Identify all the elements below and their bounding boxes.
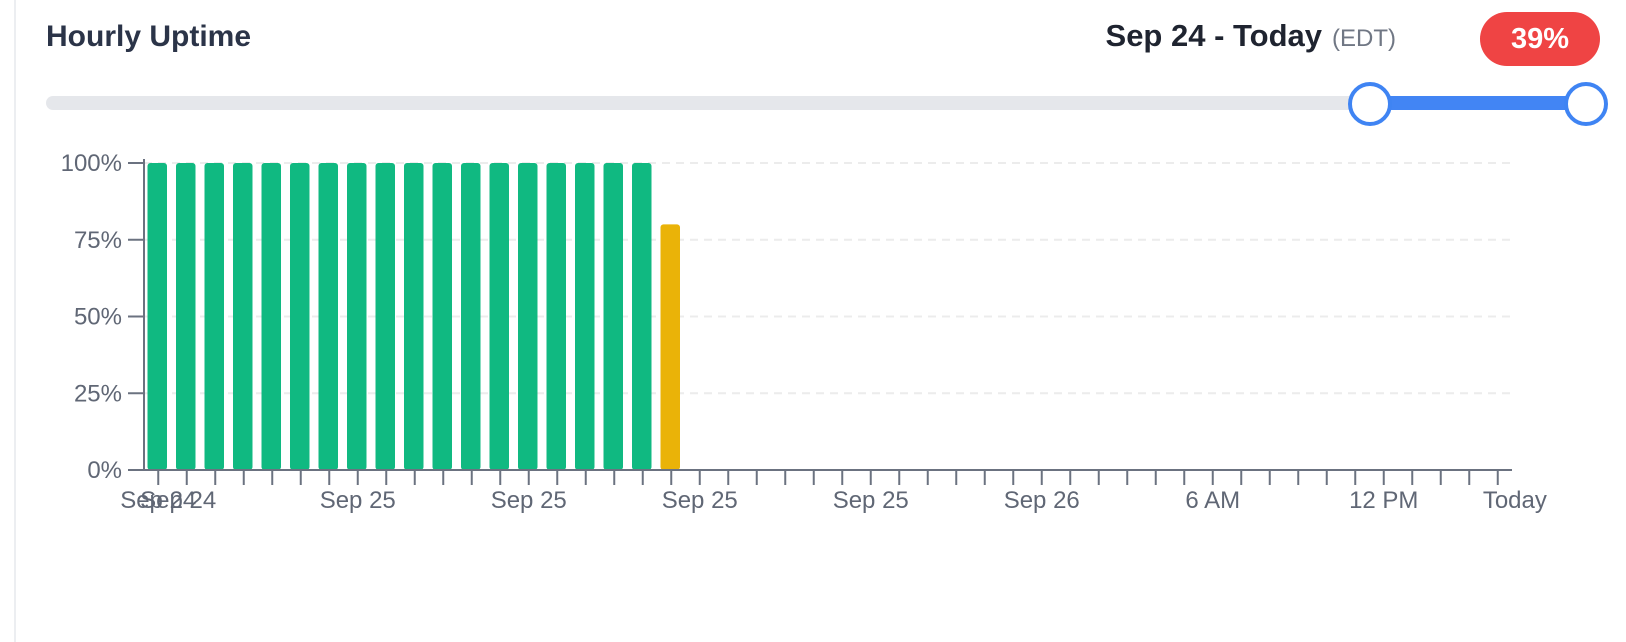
x-tick-label: Sep 24: [140, 487, 216, 514]
uptime-badge: 39%: [1480, 12, 1600, 66]
timezone-text: (EDT): [1332, 25, 1396, 52]
range-slider[interactable]: [46, 82, 1608, 126]
x-tick-label: Sep 25: [491, 487, 567, 514]
uptime-bar: [432, 163, 452, 470]
date-range-label: Sep 24 - Today (EDT): [1106, 18, 1396, 54]
x-tick-label: 6 AM: [1185, 487, 1240, 514]
page-title: Hourly Uptime: [46, 20, 252, 53]
x-tick-label: Sep 25: [320, 487, 396, 514]
range-text: Sep 24 - Today: [1105, 18, 1323, 53]
uptime-bar: [461, 163, 481, 470]
x-tick-label: Sep 25: [662, 487, 738, 514]
uptime-bar: [546, 163, 566, 470]
uptime-bar: [318, 163, 338, 470]
uptime-bar: [518, 163, 538, 470]
uptime-bar: [575, 163, 595, 470]
y-tick-label: 50%: [74, 304, 122, 331]
y-tick-label: 25%: [74, 380, 122, 407]
uptime-bar: [261, 163, 281, 470]
x-tick-label: Sep 26: [1004, 487, 1080, 514]
y-tick-label: 0%: [87, 457, 122, 484]
x-tick-label: 12 PM: [1349, 487, 1418, 514]
uptime-bar: [632, 163, 652, 470]
uptime-bar: [489, 163, 509, 470]
uptime-bar: [660, 224, 680, 470]
y-tick-label: 100%: [61, 150, 122, 177]
slider-start-handle[interactable]: [1348, 82, 1393, 126]
uptime-bar: [404, 163, 424, 470]
uptime-bar: [347, 163, 367, 470]
uptime-bar: [147, 163, 167, 470]
uptime-bar: [176, 163, 196, 470]
uptime-bar-chart: 0%25%50%75%100%Sep 24Sep 24 Sep 25 Sep 25 S…: [61, 150, 1547, 514]
y-tick-label: 75%: [74, 227, 122, 254]
uptime-bar: [375, 163, 395, 470]
uptime-bar: [204, 163, 224, 470]
x-tick-label: Sep 25: [833, 487, 909, 514]
slider-end-handle[interactable]: [1564, 82, 1608, 126]
x-tick-label: Today: [1483, 487, 1547, 514]
slider-selected-range: [1370, 96, 1586, 110]
uptime-bar: [290, 163, 310, 470]
uptime-bar: [233, 163, 253, 470]
uptime-bar: [603, 163, 623, 470]
